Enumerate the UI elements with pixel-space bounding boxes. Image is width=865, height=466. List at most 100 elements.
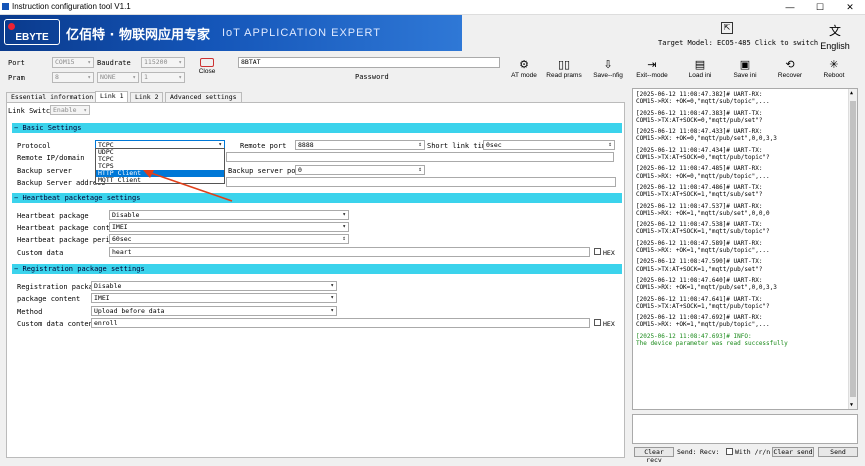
log-line: COM15->RX: +OK=0,"mqtt/pub/set",0,0,3,3 <box>636 135 777 143</box>
stopbits-select[interactable]: 1 ▾ <box>141 72 185 83</box>
arrow-shaft <box>147 171 233 202</box>
exit-mode-button[interactable]: ⇥ Exit--mode <box>632 58 672 79</box>
log-entry: [2025-06-12 11:08:47.434]# UART-TX: COM15… <box>636 147 846 162</box>
backup-port-input[interactable]: 0 ⇕ <box>295 165 425 175</box>
backup-address-input[interactable] <box>226 177 616 187</box>
brand-en-name: IoT APPLICATION EXPERT <box>222 27 381 39</box>
close-port-button[interactable]: Close <box>193 58 221 75</box>
language-label: English <box>820 41 850 51</box>
exit-mode-label: Exit--mode <box>636 72 668 79</box>
log-line: The device parameter was read successful… <box>636 340 788 348</box>
remote-ip-input[interactable] <box>226 152 614 162</box>
registration-method-select[interactable]: Upload before data ▾ <box>91 306 337 316</box>
log-line: [2025-06-12 11:08:47.434]# UART-TX: <box>636 146 763 154</box>
maximize-button[interactable]: ☐ <box>806 0 834 15</box>
title-bar: Instruction configuration tool V1.1 — ☐ … <box>0 0 865 15</box>
log-entry: [2025-06-12 11:08:47.382]# UART-RX: COM15… <box>636 91 846 106</box>
read-prams-button[interactable]: ▯▯ Read prams <box>544 58 584 79</box>
language-icon: 文 <box>828 24 841 38</box>
close-window-button[interactable]: ✕ <box>836 0 864 15</box>
log-line: [2025-06-12 11:08:47.590]# UART-TX: <box>636 258 763 266</box>
log-line: COM15->RX: +OK=1,"mqtt/pub/set",0,0,3,3 <box>636 284 777 292</box>
log-line: COM15->RX: +OK=1,"mqtt/sub/topic",... <box>636 247 770 255</box>
log-line: [2025-06-12 11:08:47.640]# UART-RX: <box>636 276 763 284</box>
basic-settings-header[interactable]: − Basic Settings <box>12 123 622 133</box>
heartbeat-hex-checkbox[interactable] <box>594 248 601 255</box>
serial-port-icon <box>200 58 214 67</box>
registration-content-select[interactable]: IMEI ▾ <box>91 293 337 303</box>
send-button[interactable]: Send <box>818 447 858 457</box>
clear-recv-button[interactable]: Clear recv <box>634 447 674 464</box>
reboot-button[interactable]: ✳ Reboot <box>814 58 854 79</box>
registration-custom-input[interactable]: enroll <box>91 318 590 328</box>
short-link-time-input[interactable]: 0sec ⇕ <box>483 140 615 150</box>
log-line: COM15->RX: +OK=1,"mqtt/sub/set",0,0,0 <box>636 209 770 217</box>
databits-select[interactable]: 8 ▾ <box>52 72 94 83</box>
log-line: COM15->TX:AT+SOCK=0,"mqtt/pub/topic"? <box>636 154 770 162</box>
log-line: [2025-06-12 11:08:47.692]# UART-RX: <box>636 314 763 322</box>
protocol-option-tcpc[interactable]: TCPC <box>96 156 224 163</box>
password-input[interactable]: 8BTAT <box>238 57 500 68</box>
switch-model-icon[interactable]: ⇱ <box>721 22 733 34</box>
language-switch[interactable]: 文 English <box>810 22 860 51</box>
tab-advanced-settings[interactable]: Advanced settings <box>165 92 242 102</box>
heartbeat-package-select[interactable]: Disable ▾ <box>109 210 349 220</box>
log-line: COM15->TX:AT+SOCK=1,"mqtt/sub/set"? <box>636 191 763 199</box>
baudrate-select[interactable]: 115200 ▾ <box>141 57 185 68</box>
save-ini-button[interactable]: ▣ Save ini <box>725 58 765 79</box>
heartbeat-hex-label: HEX <box>603 249 615 257</box>
log-line: [2025-06-12 11:08:47.641]# UART-TX: <box>636 295 763 303</box>
log-entry: [2025-06-12 11:08:47.538]# UART-TX: COM15… <box>636 221 846 236</box>
scroll-up-icon[interactable]: ▲ <box>850 90 853 96</box>
port-select[interactable]: COM15 ▾ <box>52 57 94 68</box>
log-output[interactable]: [2025-06-12 11:08:47.382]# UART-RX: COM15… <box>632 88 858 410</box>
with-rn-checkbox[interactable] <box>726 448 733 455</box>
save-ini-label: Save ini <box>733 72 757 79</box>
backup-address-label: Backup Server address <box>17 179 106 187</box>
heartbeat-custom-input[interactable]: heart <box>109 247 590 257</box>
save-config-button[interactable]: ⇩ Save--nfig <box>588 58 628 79</box>
log-list: [2025-06-12 11:08:47.382]# UART-RX: COM15… <box>636 91 846 351</box>
registration-package-label: Registration package <box>17 283 102 291</box>
minimize-button[interactable]: — <box>776 0 804 15</box>
heartbeat-period-input[interactable]: 60sec ⇕ <box>109 234 349 244</box>
tab-link-1[interactable]: Link 1 <box>95 91 129 102</box>
logo-text: EBYTE <box>15 32 49 43</box>
load-ini-icon: ▤ <box>694 58 706 71</box>
log-line: [2025-06-12 11:08:47.382]# UART-RX: <box>636 91 763 98</box>
parity-select[interactable]: NONE ▾ <box>97 72 139 83</box>
clear-send-button[interactable]: Clear send <box>772 447 814 457</box>
remote-port-label: Remote port <box>240 142 287 150</box>
load-ini-button[interactable]: ▤ Load ini <box>680 58 720 79</box>
tab-essential-information[interactable]: Essential information <box>6 92 99 102</box>
registration-package-select[interactable]: Disable ▾ <box>91 281 337 291</box>
registration-hex-checkbox[interactable] <box>594 319 601 326</box>
tab-link-2[interactable]: Link 2 <box>130 92 164 102</box>
log-line: [2025-06-12 11:08:47.538]# UART-TX: <box>636 221 763 229</box>
heartbeat-settings-header[interactable]: − Heartbeat packetage settings <box>12 193 622 203</box>
link-switch-select[interactable]: Enable ▾ <box>50 105 90 115</box>
remote-port-input[interactable]: 8888 ⇕ <box>295 140 425 150</box>
heartbeat-content-select[interactable]: IMEI ▾ <box>109 222 349 232</box>
log-entry: [2025-06-12 11:08:47.641]# UART-TX: COM15… <box>636 296 846 311</box>
recover-button[interactable]: ⟲ Recover <box>770 58 810 79</box>
read-prams-label: Read prams <box>546 72 582 79</box>
log-entry: [2025-06-12 11:08:47.486]# UART-TX: COM15… <box>636 184 846 199</box>
annotation-arrow <box>143 170 233 202</box>
protocol-option-udpc[interactable]: UDPC <box>96 149 224 156</box>
log-scrollbar[interactable]: ▲ ▼ <box>848 89 857 409</box>
log-entry: [2025-06-12 11:08:47.433]# UART-RX: COM15… <box>636 128 846 143</box>
at-mode-button[interactable]: ⚙ AT mode <box>504 58 544 79</box>
backup-port-label: Backup server port <box>228 167 304 175</box>
log-entry: [2025-06-12 11:08:47.640]# UART-RX: COM15… <box>636 277 846 292</box>
heartbeat-content-label: Heartbeat package content <box>17 224 123 232</box>
target-model-link[interactable]: Target Model: ECO5-485 Click to switch <box>658 39 818 47</box>
baudrate-label: Baudrate <box>97 59 131 67</box>
log-line: [2025-06-12 11:08:47.589]# UART-RX: <box>636 239 763 247</box>
log-line: COM15->RX: +OK=1,"mqtt/pub/topic",... <box>636 321 770 329</box>
registration-settings-header[interactable]: − Registration package settings <box>12 264 622 274</box>
log-scroll-thumb[interactable] <box>850 101 856 397</box>
send-input[interactable] <box>632 414 858 444</box>
scroll-down-icon[interactable]: ▼ <box>850 402 853 408</box>
heartbeat-custom-label: Custom data <box>17 249 64 257</box>
